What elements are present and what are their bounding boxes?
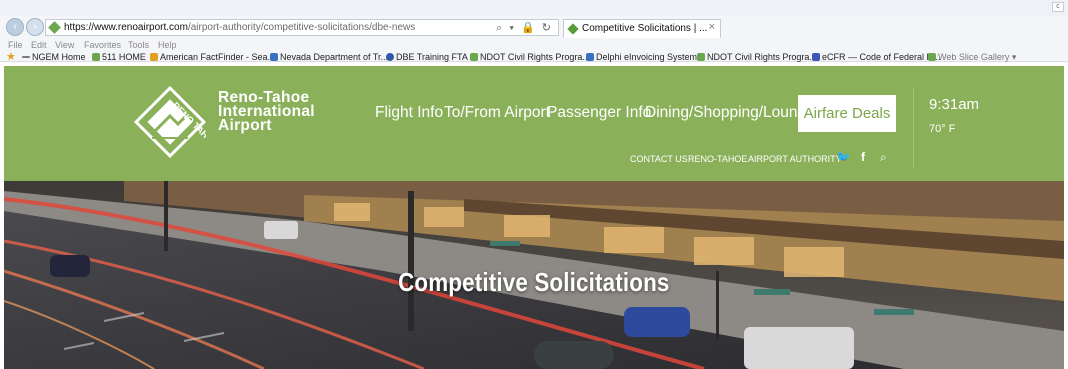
subnav-airport-authority[interactable]: AIRPORT AUTHORITY xyxy=(748,154,842,164)
favorite-item[interactable]: 511 HOME xyxy=(92,52,146,62)
favorite-item[interactable]: Delphi eInvoicing System xyxy=(586,52,697,62)
favorite-label: NGEM Home xyxy=(32,52,86,62)
menu-file[interactable]: File xyxy=(8,40,23,50)
subnav-reno-tahoe[interactable]: RENO-TAHOE xyxy=(688,154,747,164)
tab-favicon-icon xyxy=(567,23,579,35)
favorite-icon xyxy=(586,53,594,61)
forward-arrow-icon[interactable]: › xyxy=(26,18,44,36)
hero-title: Competitive Solicitations xyxy=(4,267,1064,298)
favorites-star-icon[interactable]: ★ xyxy=(6,50,16,63)
address-bar[interactable]: https://www.renoairport.com/airport-auth… xyxy=(45,19,559,36)
favorite-item[interactable]: eCFR — Code of Federal R... xyxy=(812,52,941,62)
favorite-label: Nevada Department of Tr... xyxy=(280,52,389,62)
favorite-item[interactable]: NDOT Civil Rights Progra... xyxy=(470,52,590,62)
hero-banner: Competitive Solicitations xyxy=(4,181,1064,369)
facebook-icon[interactable]: f xyxy=(861,150,865,164)
local-temperature: 70° F xyxy=(929,123,956,135)
favorite-icon xyxy=(386,53,394,61)
tab-close-icon[interactable]: × xyxy=(709,21,715,33)
favorite-label: NDOT Civil Rights Progra... xyxy=(707,52,817,62)
favorite-label: 511 HOME xyxy=(102,52,146,62)
favorite-item[interactable]: Web Slice Gallery ▾ xyxy=(928,52,1016,63)
airport-logo-text[interactable]: Reno-Tahoe International Airport xyxy=(218,90,315,134)
nav-to-from-airport[interactable]: To/From Airport xyxy=(444,104,550,122)
favorite-label: DBE Training FTA xyxy=(396,52,468,62)
menu-favorites[interactable]: Favorites xyxy=(84,40,121,50)
browser-tab-active[interactable]: Competitive Solicitations | ... × xyxy=(563,19,721,38)
menu-view[interactable]: View xyxy=(55,40,74,50)
back-arrow-icon[interactable]: ‹ xyxy=(6,18,24,36)
favorite-icon xyxy=(697,53,705,61)
favorite-icon xyxy=(22,56,30,58)
nav-passenger-info[interactable]: Passenger Info xyxy=(547,104,651,122)
site-favicon-icon xyxy=(48,21,61,34)
menu-edit[interactable]: Edit xyxy=(31,40,47,50)
favorite-icon xyxy=(470,53,478,61)
favorite-label: eCFR — Code of Federal R... xyxy=(822,52,941,62)
site-header: RENO TAHOE Reno-Tahoe International Airp… xyxy=(4,66,1064,181)
favorite-item[interactable]: American FactFinder - Sea... xyxy=(150,52,275,62)
favorite-icon xyxy=(928,53,936,61)
favorite-icon xyxy=(150,53,158,61)
browser-menu-bar: File Edit View Favorites Tools Help xyxy=(0,39,1068,51)
favorite-label: Delphi eInvoicing System xyxy=(596,52,698,62)
favorite-icon xyxy=(270,53,278,61)
search-icon[interactable]: ⌕ xyxy=(880,150,887,165)
address-tools-icons[interactable]: ⌕ ▾ 🔒 ↻ xyxy=(496,21,553,35)
favorite-label: Web Slice Gallery ▾ xyxy=(938,52,1017,62)
header-divider xyxy=(913,88,914,168)
tab-title: Competitive Solicitations | ... xyxy=(582,23,708,34)
menu-help[interactable]: Help xyxy=(158,40,177,50)
logo-line: Airport xyxy=(218,117,272,134)
local-time: 9:31am xyxy=(929,96,980,113)
browser-chrome: c ‹ › https://www.renoairport.com/airpor… xyxy=(0,0,1068,63)
favorite-icon xyxy=(812,53,820,61)
url-path: /airport-authority/competitive-solicitat… xyxy=(187,22,416,33)
nav-dining-shopping-lounge[interactable]: Dining/Shopping/Lounge xyxy=(645,104,815,122)
favorites-bar: ★ NGEM Home 511 HOME American FactFinder… xyxy=(0,51,1068,63)
twitter-icon[interactable]: 🐦 xyxy=(836,150,851,164)
favorite-icon xyxy=(92,53,100,61)
browser-nav-row: ‹ › https://www.renoairport.com/airport-… xyxy=(0,16,1068,38)
favorite-label: NDOT Civil Rights Progra... xyxy=(480,52,590,62)
url-host: https://www.renoairport.com xyxy=(64,22,188,33)
subnav-contact-us[interactable]: CONTACT US xyxy=(630,154,688,164)
favorite-item[interactable]: NDOT Civil Rights Progra... xyxy=(697,52,817,62)
window-corner-button[interactable]: c xyxy=(1052,2,1064,12)
hero-title-text: Competitive Solicitations xyxy=(398,267,670,297)
airport-logo-mark[interactable]: RENO TAHOE xyxy=(134,86,206,158)
favorite-item[interactable]: DBE Training FTA xyxy=(386,52,468,62)
favorite-item[interactable]: Nevada Department of Tr... xyxy=(270,52,388,62)
window-titlebar: c xyxy=(0,0,1068,16)
airfare-deals-button[interactable]: Airfare Deals xyxy=(798,95,896,132)
favorite-label: American FactFinder - Sea... xyxy=(160,52,276,62)
menu-tools[interactable]: Tools xyxy=(128,40,149,50)
url-text: https://www.renoairport.com/airport-auth… xyxy=(64,22,415,33)
favorite-item[interactable]: NGEM Home xyxy=(22,52,86,62)
nav-flight-info[interactable]: Flight Info xyxy=(375,104,443,122)
